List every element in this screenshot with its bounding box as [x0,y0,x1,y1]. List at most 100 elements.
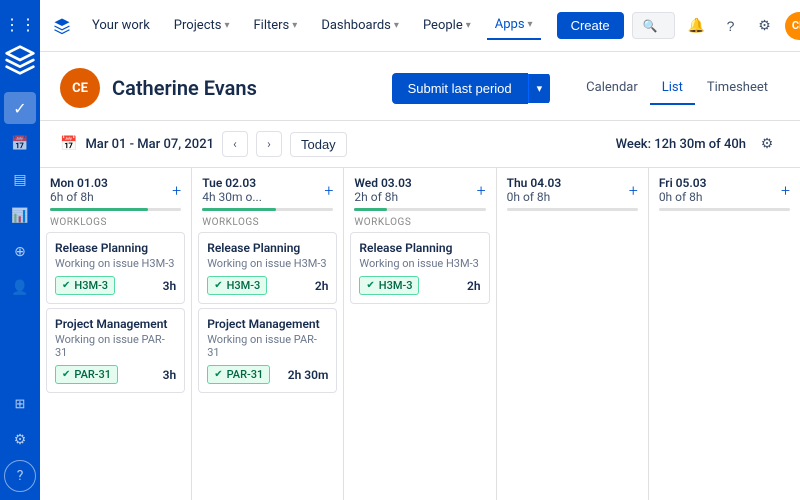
sidebar-icon-calendar[interactable]: 📅 [4,128,36,160]
day-progress-fill-1 [202,208,275,211]
badge-text: H3M-3 [379,279,413,292]
badge-text: PAR-31 [74,368,111,381]
badge-text: PAR-31 [227,368,264,381]
main-area: Your work Projects ▾ Filters ▾ Dashboard… [40,0,800,500]
card-badge-2-0: ✔ H3M-3 [359,276,419,295]
day-add-button-2[interactable]: + [477,181,486,200]
sidebar-icon-person[interactable]: 👤 [4,272,36,304]
tab-timesheet[interactable]: Timesheet [695,72,780,105]
nav-your-work[interactable]: Your work [84,12,158,39]
sidebar-icon-check[interactable]: ✓ [4,92,36,124]
sidebar-icon-list[interactable]: ▤ [4,164,36,196]
card-badge-1-1: ✔ PAR-31 [207,365,270,384]
create-button[interactable]: Create [557,12,624,39]
day-cards-3 [497,211,648,500]
day-progress-bar-0 [50,208,181,211]
card-title-0-0: Release Planning [55,241,176,255]
next-week-button[interactable]: › [256,131,282,157]
day-progress-bar-2 [354,208,485,211]
sidebar-icon-settings[interactable]: ⚙ [4,424,36,456]
badge-check-icon: ✔ [214,369,222,380]
dashboards-chevron: ▾ [394,20,399,31]
worklogs-label-2: WORKLOGS [344,211,495,232]
filters-chevron: ▾ [292,20,297,31]
card-title-2-0: Release Planning [359,241,480,255]
card-footer-1-1: ✔ PAR-31 2h 30m [207,365,328,384]
prev-week-button[interactable]: ‹ [222,131,248,157]
day-label-2: Wed 03.03 [354,176,411,190]
nav-apps[interactable]: Apps ▾ [487,11,541,40]
badge-check-icon: ✔ [214,280,222,291]
card-footer-0-1: ✔ PAR-31 3h [55,365,176,384]
sidebar-icon-help[interactable]: ? [4,460,36,492]
badge-check-icon: ✔ [62,369,70,380]
content-area: CE Catherine Evans Submit last period ▾ … [40,52,800,500]
submit-last-period-button[interactable]: Submit last period [392,73,528,104]
worklog-card-0-1[interactable]: Project ManagementWorking on issue PAR-3… [46,308,185,393]
day-hours-3: 0h of 8h [507,190,562,204]
sidebar-icon-chart[interactable]: 📊 [4,200,36,232]
day-progress-bar-1 [202,208,333,211]
day-header-3: Thu 04.030h of 8h + [497,168,648,208]
day-cards-4 [649,211,800,500]
day-hours-4: 0h of 8h [659,190,707,204]
days-grid: Mon 01.036h of 8h+WORKLOGSRelease Planni… [40,168,800,500]
card-title-1-0: Release Planning [207,241,328,255]
worklogs-label-0: WORKLOGS [40,211,191,232]
card-badge-1-0: ✔H3M-3 [207,276,267,295]
card-time-1-1: 2h 30m [288,368,329,382]
page-user-avatar: CE [60,68,100,108]
date-range-label: Mar 01 - Mar 07, 2021 [85,137,214,152]
worklog-card-1-0[interactable]: Release PlanningWorking on issue H3M-3✔H… [198,232,337,304]
card-time-0-1: 3h [163,368,177,382]
card-title-0-1: Project Management [55,317,176,331]
help-button[interactable]: ? [717,12,745,40]
sidebar-icon-apps[interactable]: ⊞ [4,388,36,420]
submit-dropdown-button[interactable]: ▾ [528,74,551,103]
page-header: CE Catherine Evans Submit last period ▾ … [40,52,800,121]
day-add-button-3[interactable]: + [629,181,638,200]
nav-filters[interactable]: Filters ▾ [246,12,306,39]
badge-check-icon: ✔ [366,280,374,291]
settings-button[interactable]: ⚙ [751,12,779,40]
nav-projects[interactable]: Projects ▾ [166,12,238,39]
worklog-card-1-1[interactable]: Project ManagementWorking on issue PAR-3… [198,308,337,393]
apps-chevron: ▾ [528,19,533,30]
notifications-button[interactable]: 🔔 [683,12,711,40]
day-progress-bar-3 [507,208,638,211]
worklog-card-2-0[interactable]: Release Planning Working on issue H3M-3 ✔ H… [350,232,489,304]
nav-people[interactable]: People ▾ [415,12,479,39]
badge-text: H3M-3 [74,279,108,292]
day-add-button-0[interactable]: + [172,181,181,200]
nav-dashboards[interactable]: Dashboards ▾ [313,12,407,39]
page-title: Catherine Evans [112,76,380,100]
tab-list[interactable]: List [650,72,695,105]
sidebar-icon-logo[interactable] [4,44,36,76]
sidebar-icon-globe[interactable]: ⊕ [4,236,36,268]
card-time-1-0: 2h [315,279,329,293]
day-col-0: Mon 01.036h of 8h+WORKLOGSRelease Planni… [40,168,192,500]
today-button[interactable]: Today [290,132,347,157]
calendar-controls: 📅 Mar 01 - Mar 07, 2021 ‹ › Today Week: … [40,121,800,168]
sidebar: ⋮⋮ ✓ 📅 ▤ 📊 ⊕ 👤 ⊞ ⚙ ? [0,0,40,500]
worklog-card-0-0[interactable]: Release PlanningWorking on issue H3M-3✔H… [46,232,185,304]
card-time-2-0: 2h [467,279,481,293]
sidebar-icon-grid[interactable]: ⋮⋮ [4,8,36,40]
day-label-3: Thu 04.03 [507,176,562,190]
day-col-3: Thu 04.030h of 8h + [497,168,649,500]
app-logo[interactable] [52,12,72,40]
day-label-0: Mon 01.03 [50,176,108,190]
day-add-button-4[interactable]: + [781,181,790,200]
card-footer-2-0: ✔ H3M-3 2h [359,276,480,295]
day-header-1: Tue 02.034h 30m o...+ [192,168,343,208]
day-cards-0: Release PlanningWorking on issue H3M-3✔H… [40,232,191,500]
day-hours-1: 4h 30m o... [202,190,262,204]
calendar-settings-button[interactable]: ⚙ [754,131,780,157]
day-cards-1: Release PlanningWorking on issue H3M-3✔H… [192,232,343,500]
user-avatar[interactable]: CE [785,12,800,40]
day-hours-2: 2h of 8h [354,190,411,204]
search-box[interactable]: 🔍 [632,12,675,39]
card-subtitle-2-0: Working on issue H3M-3 [359,257,480,270]
tab-calendar[interactable]: Calendar [574,72,650,105]
day-add-button-1[interactable]: + [324,181,333,200]
